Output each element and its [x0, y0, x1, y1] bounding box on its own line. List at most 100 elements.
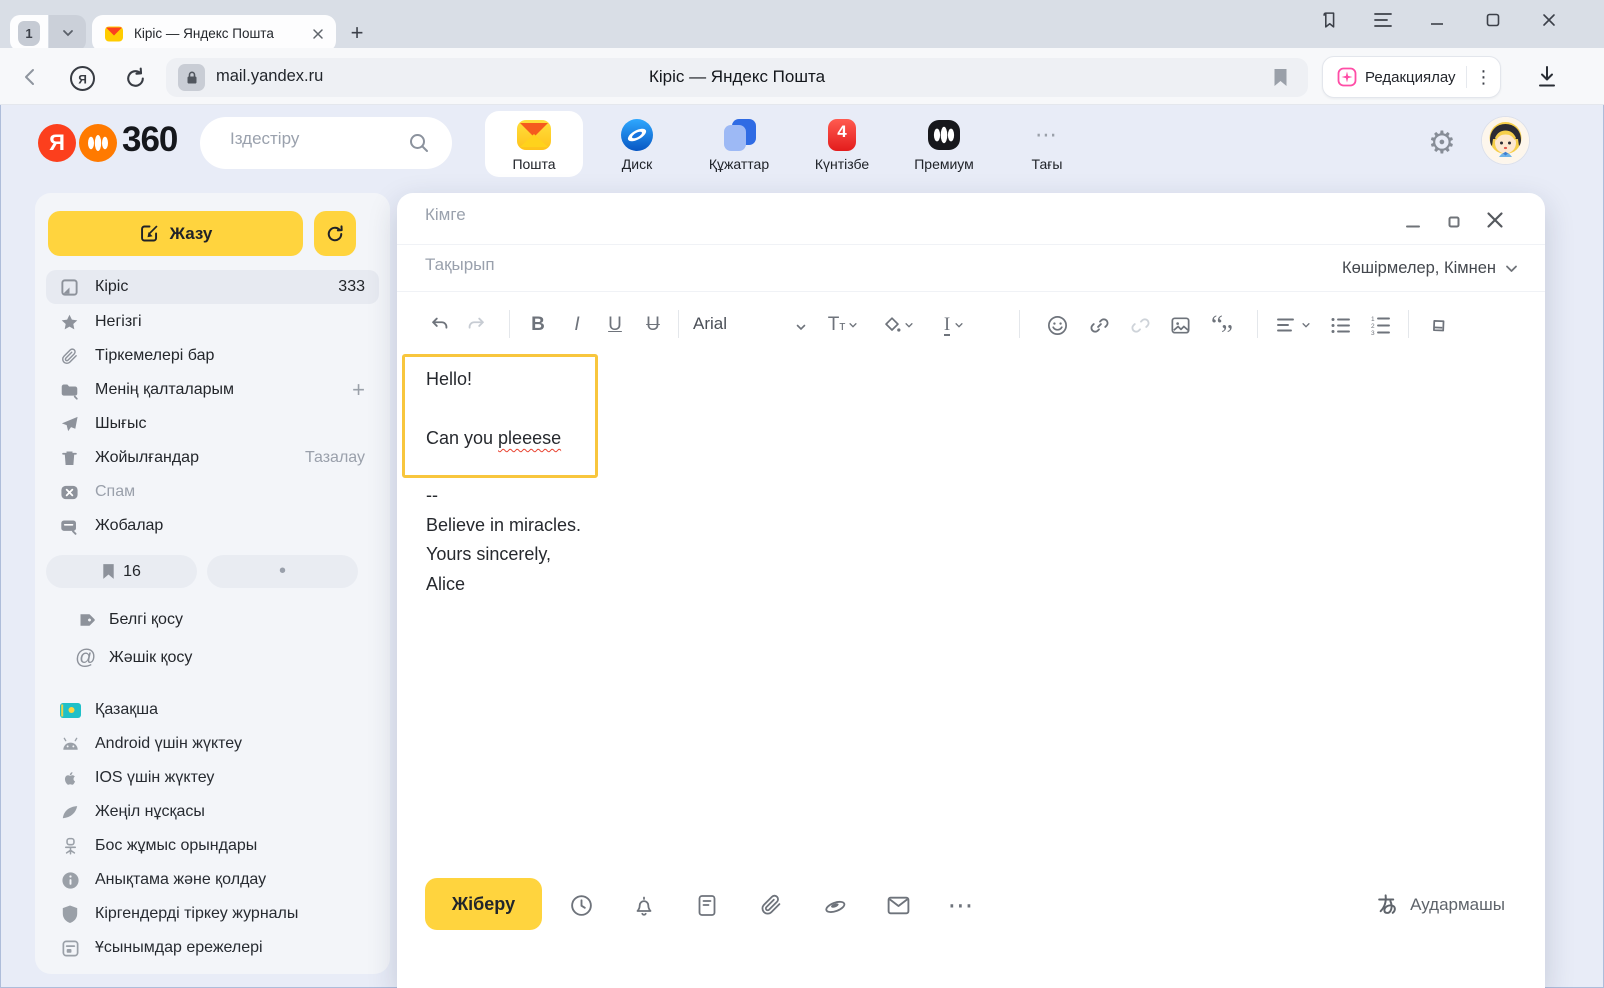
compose-expand-icon[interactable]: [1443, 211, 1465, 233]
window-maximize-button[interactable]: [1480, 7, 1506, 33]
service-disk-label: Диск: [588, 156, 686, 172]
service-docs[interactable]: Құжаттар: [690, 111, 788, 177]
window-close-button[interactable]: [1536, 7, 1562, 33]
insert-link-icon[interactable]: [1084, 310, 1114, 340]
undo-icon[interactable]: [425, 310, 455, 340]
sidebar-link-kazakh[interactable]: Қазақша: [46, 693, 379, 727]
sidebar-item-attachments[interactable]: Тіркемелері бар: [46, 339, 379, 373]
send-button[interactable]: Жіберу: [425, 878, 542, 930]
sidebar-item-spam[interactable]: Спам: [46, 475, 379, 509]
signature-line-2: Yours sincerely,: [426, 540, 581, 570]
inbox-icon: [59, 278, 79, 297]
edit-mode-button[interactable]: Редакциялау ⋮: [1322, 56, 1501, 98]
sidebar-item-sent[interactable]: Шығыс: [46, 407, 379, 441]
edit-menu-kebab-icon[interactable]: ⋮: [1475, 67, 1493, 88]
signature-line-1: Believe in miracles.: [426, 511, 581, 541]
dot-pill[interactable]: •: [207, 555, 358, 588]
font-family-select[interactable]: Arial: [693, 314, 727, 334]
notify-icon[interactable]: [631, 892, 657, 918]
clear-trash-button[interactable]: Тазалау: [305, 449, 365, 467]
sidebar: Жазу Кіріс 333 Негізгі Тіркемелері бар М…: [35, 193, 390, 974]
reading-panel-icon[interactable]: [1316, 7, 1342, 33]
schedule-send-icon[interactable]: [568, 892, 594, 918]
bold-button[interactable]: B: [523, 310, 553, 340]
redo-icon[interactable]: [461, 310, 491, 340]
compose-close-icon[interactable]: [1482, 207, 1508, 233]
attach-from-disk-icon[interactable]: [822, 892, 848, 918]
italic-button[interactable]: I: [562, 310, 592, 340]
at-icon: @: [75, 646, 95, 670]
sidebar-item-drafts[interactable]: Жобалар: [46, 509, 379, 543]
browser-menu-icon[interactable]: [1370, 7, 1396, 33]
yandex-browser-icon[interactable]: Я: [68, 64, 96, 92]
lock-icon[interactable]: [178, 64, 205, 91]
tab-group-chip[interactable]: 1: [10, 15, 48, 51]
sidebar-item-inbox[interactable]: Кіріс 333: [46, 270, 379, 304]
browser-tab[interactable]: Кіріс — Яндекс Пошта: [92, 15, 336, 52]
reload-icon[interactable]: [120, 63, 150, 93]
add-label-button[interactable]: Белгі қосу: [75, 603, 375, 637]
font-family-chevron-icon[interactable]: [795, 321, 807, 333]
compose-minimize-icon[interactable]: [1402, 211, 1424, 233]
address-bar[interactable]: mail.yandex.ru Кіріс — Яндекс Пошта: [166, 58, 1308, 97]
back-icon[interactable]: [16, 58, 44, 96]
template-icon[interactable]: [694, 892, 720, 918]
service-premium-label: Премиум: [895, 156, 993, 172]
insert-image-icon[interactable]: [1165, 310, 1195, 340]
tab-group-dropdown[interactable]: [49, 15, 86, 51]
refresh-mail-button[interactable]: [314, 211, 356, 256]
window-minimize-button[interactable]: [1424, 7, 1450, 33]
clear-formatting-icon[interactable]: [1423, 310, 1453, 340]
text-color-button[interactable]: I: [934, 310, 974, 340]
font-size-select[interactable]: Tт: [823, 310, 863, 340]
user-avatar[interactable]: [1482, 117, 1529, 164]
svg-text:2: 2: [1371, 323, 1375, 330]
underline-button[interactable]: U: [600, 310, 630, 340]
settings-gear-icon[interactable]: ⚙: [1428, 126, 1456, 160]
search-input[interactable]: [230, 129, 400, 149]
add-mailbox-button[interactable]: @ Жәшік қосу: [75, 641, 375, 675]
tab-close-icon[interactable]: [312, 28, 324, 40]
attach-file-icon[interactable]: [758, 892, 784, 918]
compose-button[interactable]: Жазу: [48, 211, 303, 256]
highlight-color-button[interactable]: [877, 310, 919, 340]
sidebar-link-login-journal[interactable]: Кіргендерді тіркеу журналы: [46, 897, 379, 931]
new-tab-button[interactable]: +: [344, 20, 370, 46]
service-calendar[interactable]: 4 Күнтізбе: [793, 111, 891, 177]
more-options-icon[interactable]: ⋯: [948, 892, 974, 918]
service-premium[interactable]: Премиум: [895, 111, 993, 177]
sidebar-link-lite[interactable]: Жеңіл нұсқасы: [46, 795, 379, 829]
blockquote-icon[interactable]: “”: [1203, 310, 1239, 340]
bullet-list-icon[interactable]: [1325, 310, 1355, 340]
yandex-logo-icon[interactable]: Я: [38, 124, 76, 162]
cc-from-toggle[interactable]: Көшірмелер, Кімнен: [1342, 259, 1519, 278]
sidebar-item-my-folders[interactable]: Менің қалталарым +: [46, 373, 379, 407]
translator-button[interactable]: Аудармашы: [1375, 892, 1505, 917]
message-body-editor[interactable]: Hello! Can you pleeese -- Believe in mir…: [397, 353, 1545, 873]
sidebar-item-trash[interactable]: Жойылғандар Тазалау: [46, 441, 379, 475]
strikethrough-button[interactable]: U: [638, 310, 668, 340]
subject-field[interactable]: [425, 255, 1225, 275]
yandex-360-logo-icon[interactable]: [79, 124, 117, 162]
service-disk[interactable]: Диск: [588, 111, 686, 177]
bookmarks-pill[interactable]: 16: [46, 555, 197, 588]
attach-from-mail-icon[interactable]: [885, 892, 911, 918]
bookmark-icon[interactable]: [1273, 68, 1288, 87]
sidebar-link-recommendation-rules[interactable]: Ұсынымдар ережелері: [46, 931, 379, 965]
sidebar-link-vacancies[interactable]: Бос жұмыс орындары: [46, 829, 379, 863]
sidebar-item-main[interactable]: Негізгі: [46, 305, 379, 339]
service-mail[interactable]: Пошта: [485, 111, 583, 177]
to-field[interactable]: [425, 205, 1225, 225]
emoji-icon[interactable]: [1042, 310, 1072, 340]
add-folder-icon[interactable]: +: [352, 377, 365, 403]
sidebar-link-help[interactable]: Анықтама және қолдау: [46, 863, 379, 897]
numbered-list-icon[interactable]: 123: [1365, 310, 1395, 340]
sidebar-link-android[interactable]: Android үшін жүктеу: [46, 727, 379, 761]
service-more[interactable]: ⋯ Тағы: [998, 111, 1096, 177]
align-select[interactable]: [1271, 310, 1315, 340]
sidebar-link-ios[interactable]: IOS үшін жүктеу: [46, 761, 379, 795]
downloads-icon[interactable]: [1532, 61, 1562, 93]
search-icon[interactable]: [408, 132, 430, 154]
search-box[interactable]: [200, 117, 452, 169]
remove-link-icon[interactable]: [1125, 310, 1155, 340]
